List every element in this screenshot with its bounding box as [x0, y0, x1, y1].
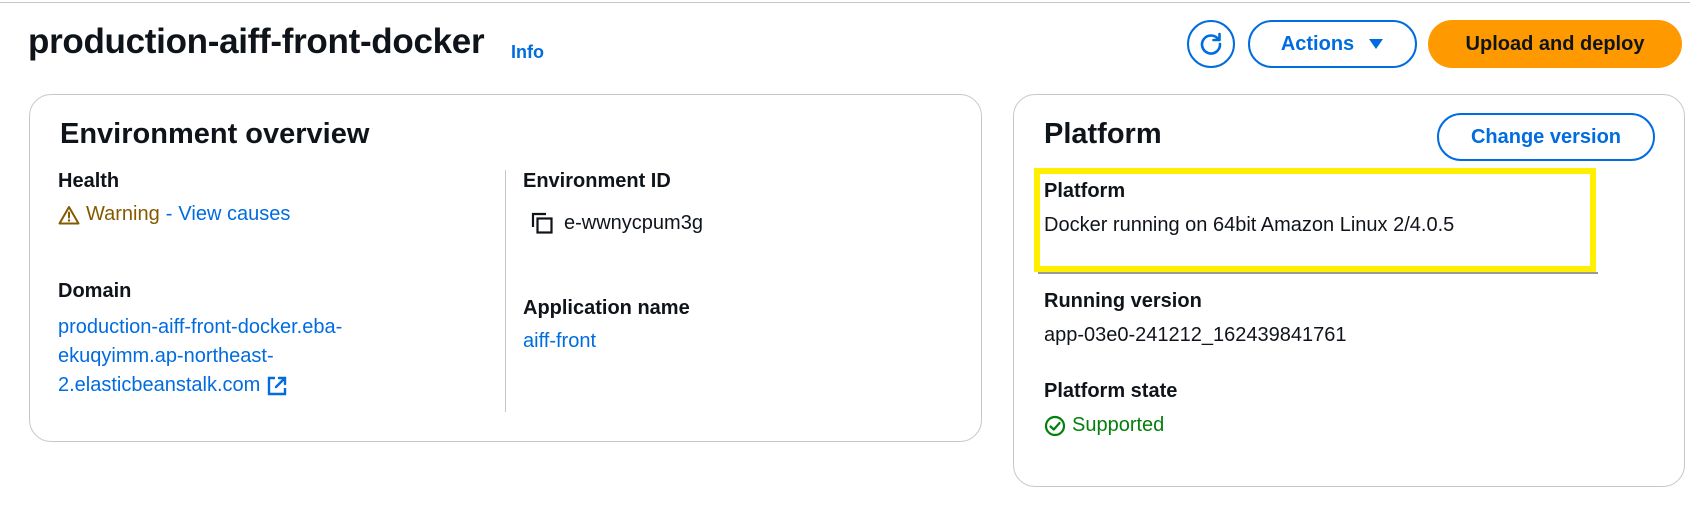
actions-button[interactable]: Actions [1248, 20, 1417, 68]
health-label: Health [58, 170, 120, 192]
info-link[interactable]: Info [511, 42, 544, 63]
platform-label: Platform [1044, 180, 1126, 202]
running-version-value: app-03e0-241212_162439841761 [1044, 324, 1347, 346]
domain-label: Domain [58, 280, 132, 302]
platform-title: Platform [1044, 118, 1162, 150]
platform-state-value: Supported [1072, 414, 1165, 436]
external-link-icon [268, 376, 287, 395]
top-divider [0, 2, 1690, 3]
column-divider [505, 170, 506, 412]
health-separator: - [165, 203, 173, 225]
environment-id: e-wwnycpum3g [530, 211, 703, 235]
environment-id-value: e-wwnycpum3g [564, 211, 703, 234]
domain-link[interactable]: production-aiff-front-docker.eba- ekuqyi… [58, 313, 342, 400]
health-status: Warning - View causes [58, 203, 290, 226]
application-name-link[interactable]: aiff-front [523, 330, 596, 353]
page-title: production-aiff-front-docker [28, 22, 485, 61]
view-causes-link[interactable]: View causes [178, 203, 290, 226]
change-version-button[interactable]: Change version [1437, 113, 1655, 161]
platform-state-label: Platform state [1044, 380, 1178, 402]
upload-and-deploy-button[interactable]: Upload and deploy [1428, 20, 1682, 68]
warning-text: Warning [86, 203, 160, 225]
check-circle-icon [1044, 415, 1066, 436]
actions-label: Actions [1280, 32, 1355, 55]
platform-state: Supported [1044, 414, 1164, 437]
refresh-button[interactable] [1187, 20, 1235, 68]
highlight-shadow [1038, 272, 1598, 274]
environment-overview-title: Environment overview [60, 118, 370, 150]
domain-line-3: 2.elasticbeanstalk.com [58, 374, 261, 396]
refresh-icon [1200, 32, 1222, 55]
domain-line-1: production-aiff-front-docker.eba- [58, 316, 343, 338]
environment-id-label: Environment ID [523, 170, 671, 192]
domain-line-2: ekuqyimm.ap-northeast- [58, 345, 274, 367]
platform-value: Docker running on 64bit Amazon Linux 2/4… [1044, 214, 1455, 236]
copy-icon[interactable] [530, 211, 554, 235]
application-name-label: Application name [523, 297, 690, 319]
caret-down-icon [1369, 39, 1384, 49]
running-version-label: Running version [1044, 290, 1202, 312]
warning-icon [58, 205, 80, 224]
